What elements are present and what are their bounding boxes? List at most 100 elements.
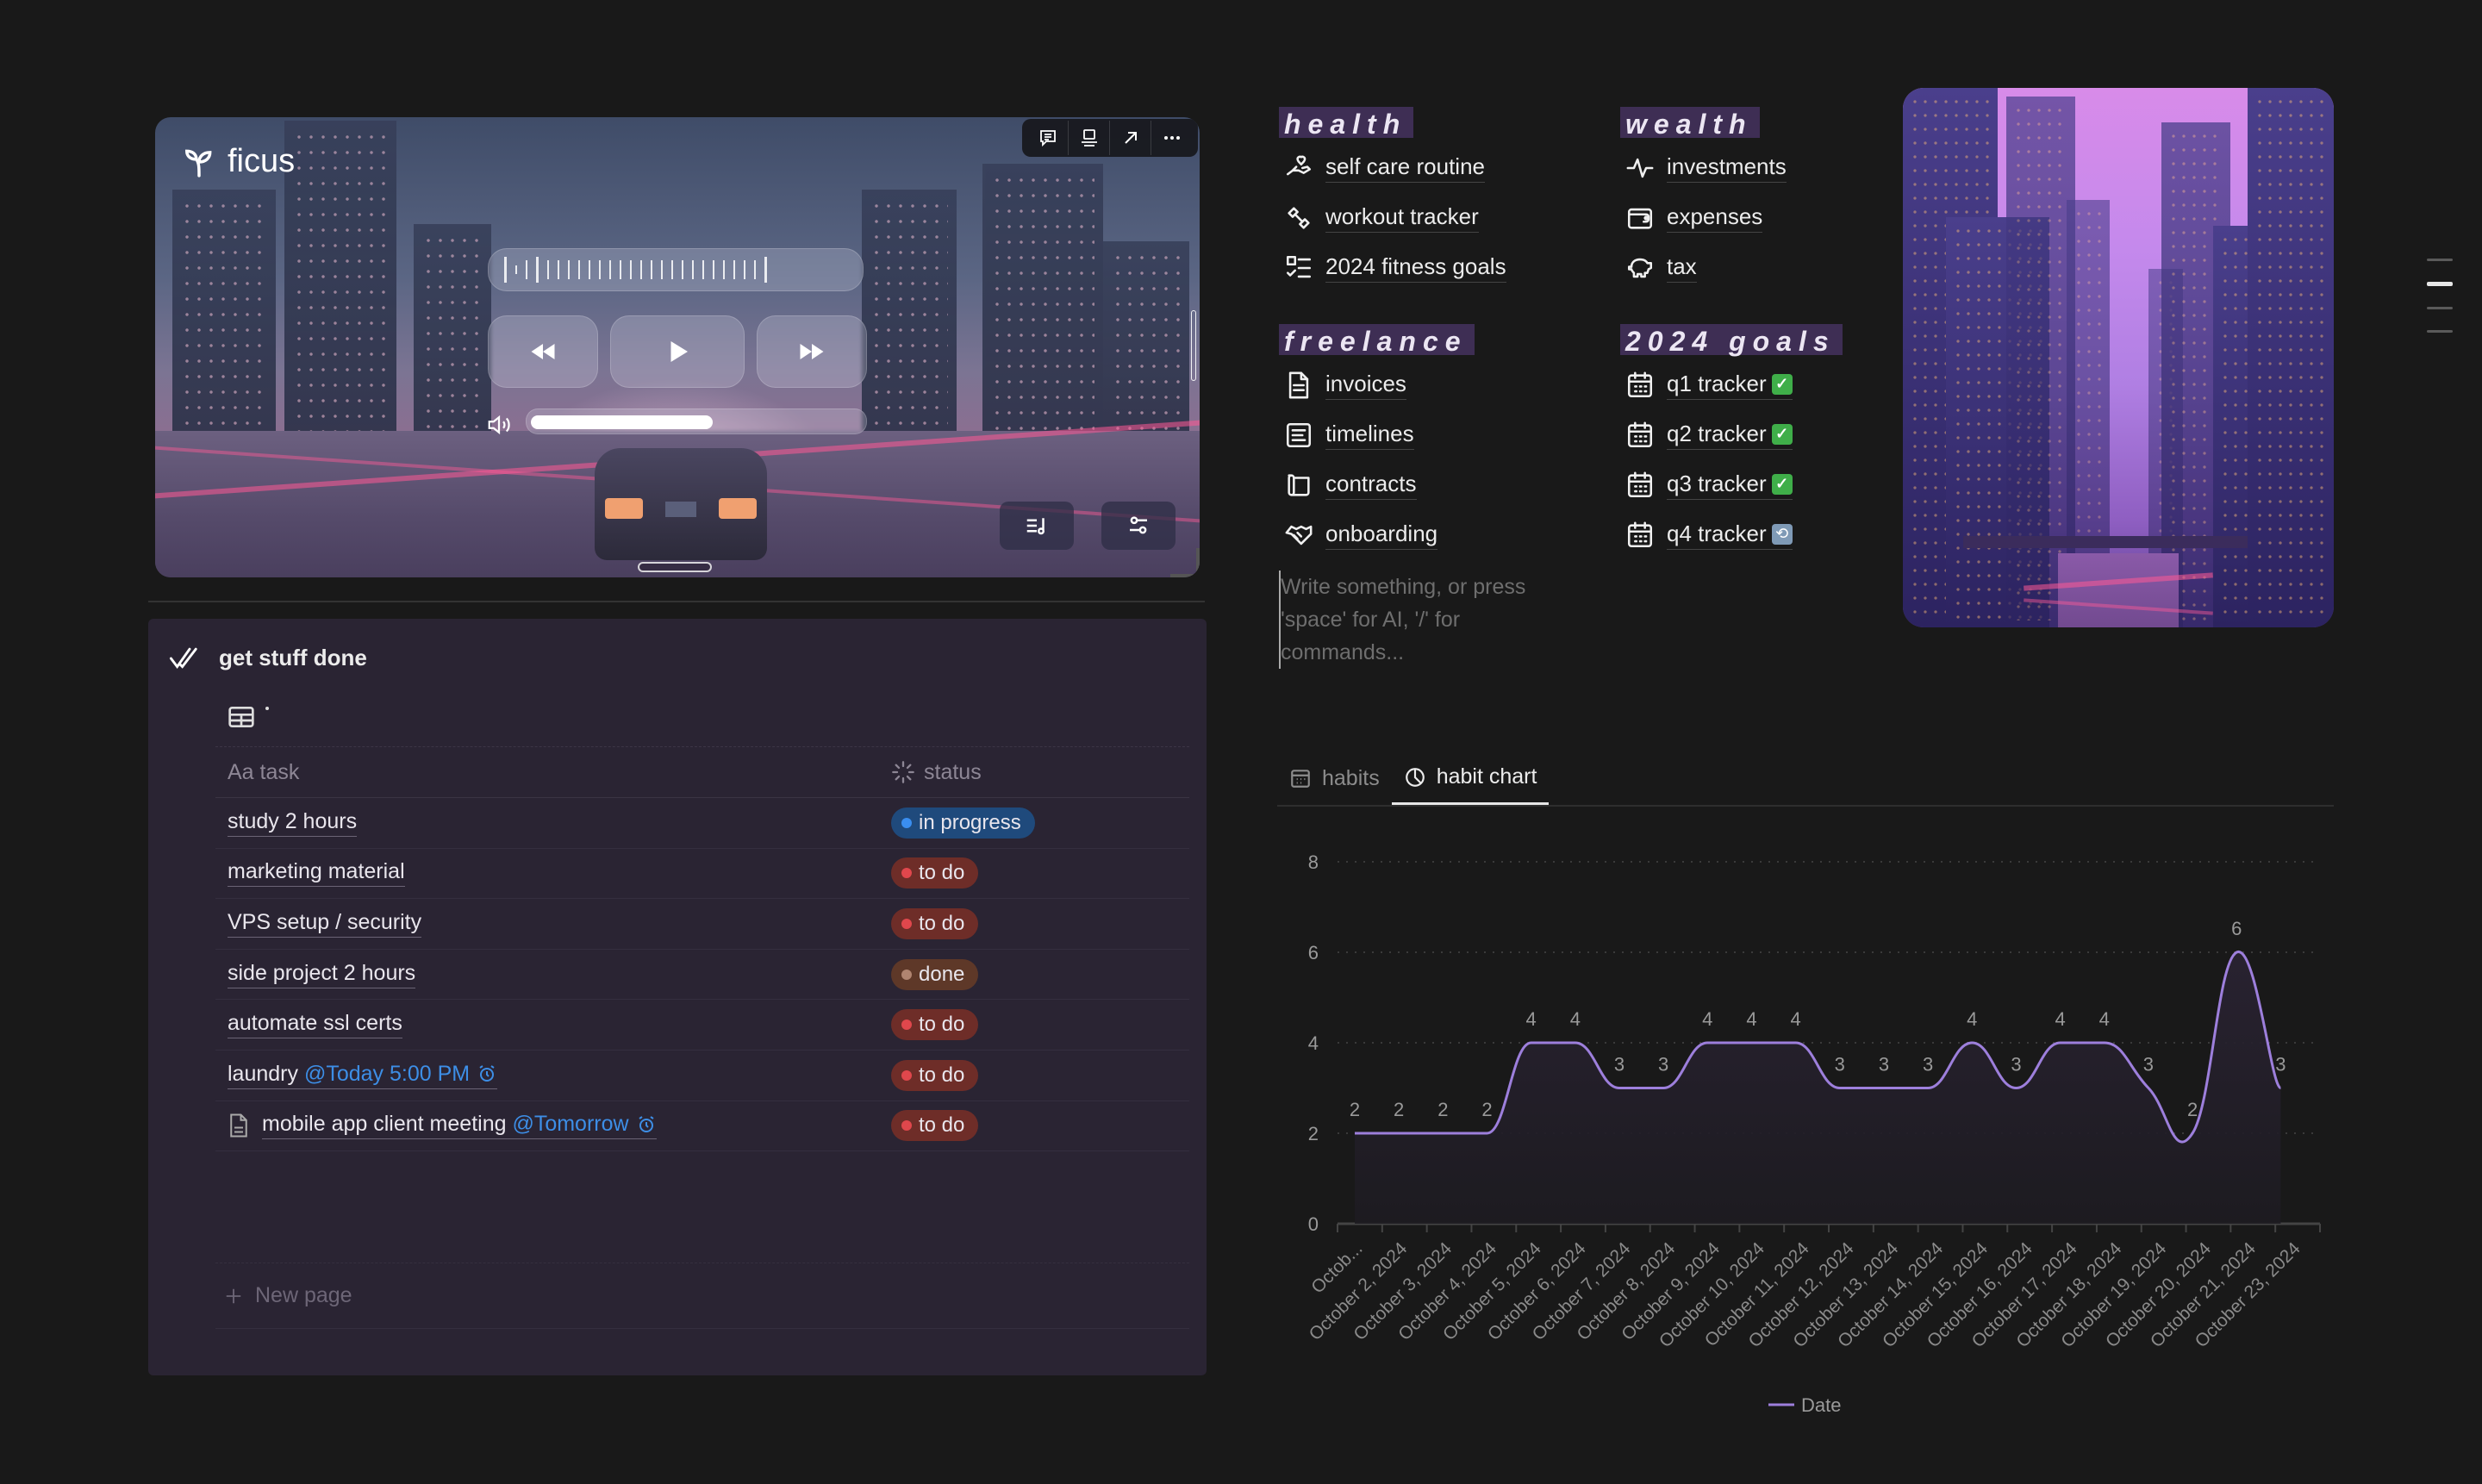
status-cell[interactable]: to do — [882, 1059, 1189, 1091]
table-view-icon[interactable] — [228, 705, 255, 729]
more-icon — [1164, 136, 1180, 140]
date-mention[interactable]: @Tomorrow — [512, 1112, 656, 1137]
page-link[interactable]: investments — [1620, 143, 1787, 193]
task-cell[interactable]: VPS setup / security — [215, 910, 882, 938]
task-cell[interactable]: side project 2 hours — [215, 961, 882, 988]
outline-marker-active[interactable] — [2427, 282, 2453, 286]
page-link[interactable]: expenses — [1620, 193, 1787, 243]
data-label: 4 — [1702, 1008, 1712, 1030]
data-label: 2 — [1481, 1099, 1492, 1120]
status-badge[interactable]: done — [891, 958, 979, 990]
task-cell[interactable]: laundry @Today 5:00 PM — [215, 1062, 882, 1089]
player-scrollbar[interactable] — [1191, 310, 1196, 381]
date-mention[interactable]: @Today 5:00 PM — [304, 1062, 497, 1087]
status-cell[interactable]: to do — [882, 857, 1189, 889]
status-dot — [901, 1069, 912, 1081]
page-link[interactable]: self care routine — [1279, 143, 1506, 193]
page-link[interactable]: q3 tracker ✓ — [1620, 460, 1843, 510]
table-row[interactable]: automate ssl certs to do — [215, 1000, 1189, 1051]
page-link[interactable]: invoices — [1279, 360, 1475, 410]
status-badge[interactable]: in progress — [891, 807, 1035, 839]
page-link[interactable]: 2024 fitness goals — [1279, 243, 1506, 293]
page-link[interactable]: q4 tracker ⟲ — [1620, 510, 1843, 560]
seek-waveform[interactable] — [488, 248, 864, 291]
fast-forward-button[interactable] — [757, 315, 867, 388]
page-link-label: q3 tracker ✓ — [1667, 471, 1793, 500]
outline-marker[interactable] — [2427, 307, 2453, 309]
pie-chart-icon — [1405, 767, 1425, 787]
alarm-clock-icon — [639, 1116, 654, 1132]
check-mark-icon: ✓ — [1771, 473, 1793, 495]
page-outline-markers[interactable] — [2427, 259, 2453, 353]
table-row[interactable]: laundry @Today 5:00 PM to do — [215, 1051, 1189, 1101]
settings-button[interactable] — [1101, 502, 1176, 550]
status-dot — [901, 969, 912, 980]
open-original-button[interactable] — [1110, 121, 1151, 155]
rewind-button[interactable] — [488, 315, 598, 388]
task-cell[interactable]: automate ssl certs — [215, 1011, 882, 1039]
drag-handle[interactable] — [638, 562, 712, 572]
page-link[interactable]: workout tracker — [1279, 193, 1506, 243]
page-link[interactable]: q1 tracker ✓ — [1620, 360, 1843, 410]
play-button[interactable] — [610, 315, 745, 388]
column-header-status[interactable]: status — [882, 760, 1189, 785]
repeat-icon: ⟲ — [1771, 523, 1793, 545]
page-link[interactable]: q2 tracker ✓ — [1620, 410, 1843, 460]
new-page-button[interactable]: New page — [215, 1263, 1189, 1330]
divider — [148, 601, 1205, 602]
table-row[interactable]: marketing material to do — [215, 849, 1189, 900]
task-title[interactable]: study 2 hours — [228, 809, 358, 837]
status-badge[interactable]: to do — [891, 907, 979, 939]
status-badge[interactable]: to do — [891, 1009, 979, 1041]
page-link[interactable]: timelines — [1279, 410, 1475, 460]
data-label: 4 — [1967, 1008, 1977, 1030]
database-title[interactable]: get stuff done — [169, 645, 367, 671]
status-cell[interactable]: to do — [882, 1009, 1189, 1041]
more-options-button[interactable] — [1151, 121, 1193, 155]
task-title[interactable]: laundry @Today 5:00 PM — [228, 1062, 498, 1089]
column-header-task[interactable]: Aa task — [215, 760, 882, 785]
tab-habits[interactable]: habits — [1277, 751, 1392, 805]
page-link-label: onboarding — [1325, 521, 1438, 550]
caption-button[interactable] — [1069, 121, 1110, 155]
volume-icon[interactable] — [484, 412, 514, 438]
background-building — [284, 121, 396, 448]
page-link-label: 2024 fitness goals — [1325, 253, 1506, 283]
data-label: 3 — [1923, 1054, 1933, 1076]
page-link[interactable]: contracts — [1279, 460, 1475, 510]
status-badge[interactable]: to do — [891, 1059, 979, 1091]
task-title[interactable]: VPS setup / security — [228, 910, 422, 938]
resize-handle[interactable] — [1170, 548, 1200, 577]
table-row[interactable]: mobile app client meeting @Tomorrow to do — [215, 1101, 1189, 1152]
page-link[interactable]: onboarding — [1279, 510, 1475, 560]
task-title[interactable]: side project 2 hours — [228, 961, 416, 988]
view-name[interactable] — [265, 707, 269, 710]
status-cell[interactable]: in progress — [882, 807, 1189, 839]
task-cell[interactable]: mobile app client meeting @Tomorrow — [215, 1112, 882, 1140]
data-label: 3 — [2011, 1054, 2021, 1076]
caption-icon — [1081, 129, 1097, 147]
task-cell[interactable]: marketing material — [215, 859, 882, 888]
data-label: 3 — [2143, 1054, 2154, 1076]
status-cell[interactable]: to do — [882, 1110, 1189, 1142]
page-link[interactable]: tax — [1620, 243, 1787, 293]
outline-marker[interactable] — [2427, 330, 2453, 333]
status-cell[interactable]: done — [882, 958, 1189, 990]
tab-habit-chart[interactable]: habit chart — [1391, 751, 1550, 805]
task-title[interactable]: automate ssl certs — [228, 1011, 402, 1039]
table-header: Aa task status — [215, 746, 1189, 798]
status-badge[interactable]: to do — [891, 857, 979, 889]
queue-button[interactable] — [1000, 502, 1074, 550]
calendar-icon — [1627, 421, 1653, 448]
comment-button[interactable] — [1027, 121, 1069, 155]
task-title[interactable]: marketing material — [228, 859, 405, 888]
table-row[interactable]: study 2 hours in progress — [215, 798, 1189, 849]
status-cell[interactable]: to do — [882, 907, 1189, 939]
table-row[interactable]: VPS setup / security to do — [215, 899, 1189, 950]
status-badge[interactable]: to do — [891, 1110, 979, 1142]
task-title[interactable]: mobile app client meeting @Tomorrow — [262, 1112, 657, 1140]
editor-placeholder[interactable]: Write something, or press 'space' for AI… — [1279, 571, 1572, 669]
outline-marker[interactable] — [2427, 259, 2453, 261]
table-row[interactable]: side project 2 hours done — [215, 950, 1189, 1001]
task-cell[interactable]: study 2 hours — [215, 809, 882, 837]
